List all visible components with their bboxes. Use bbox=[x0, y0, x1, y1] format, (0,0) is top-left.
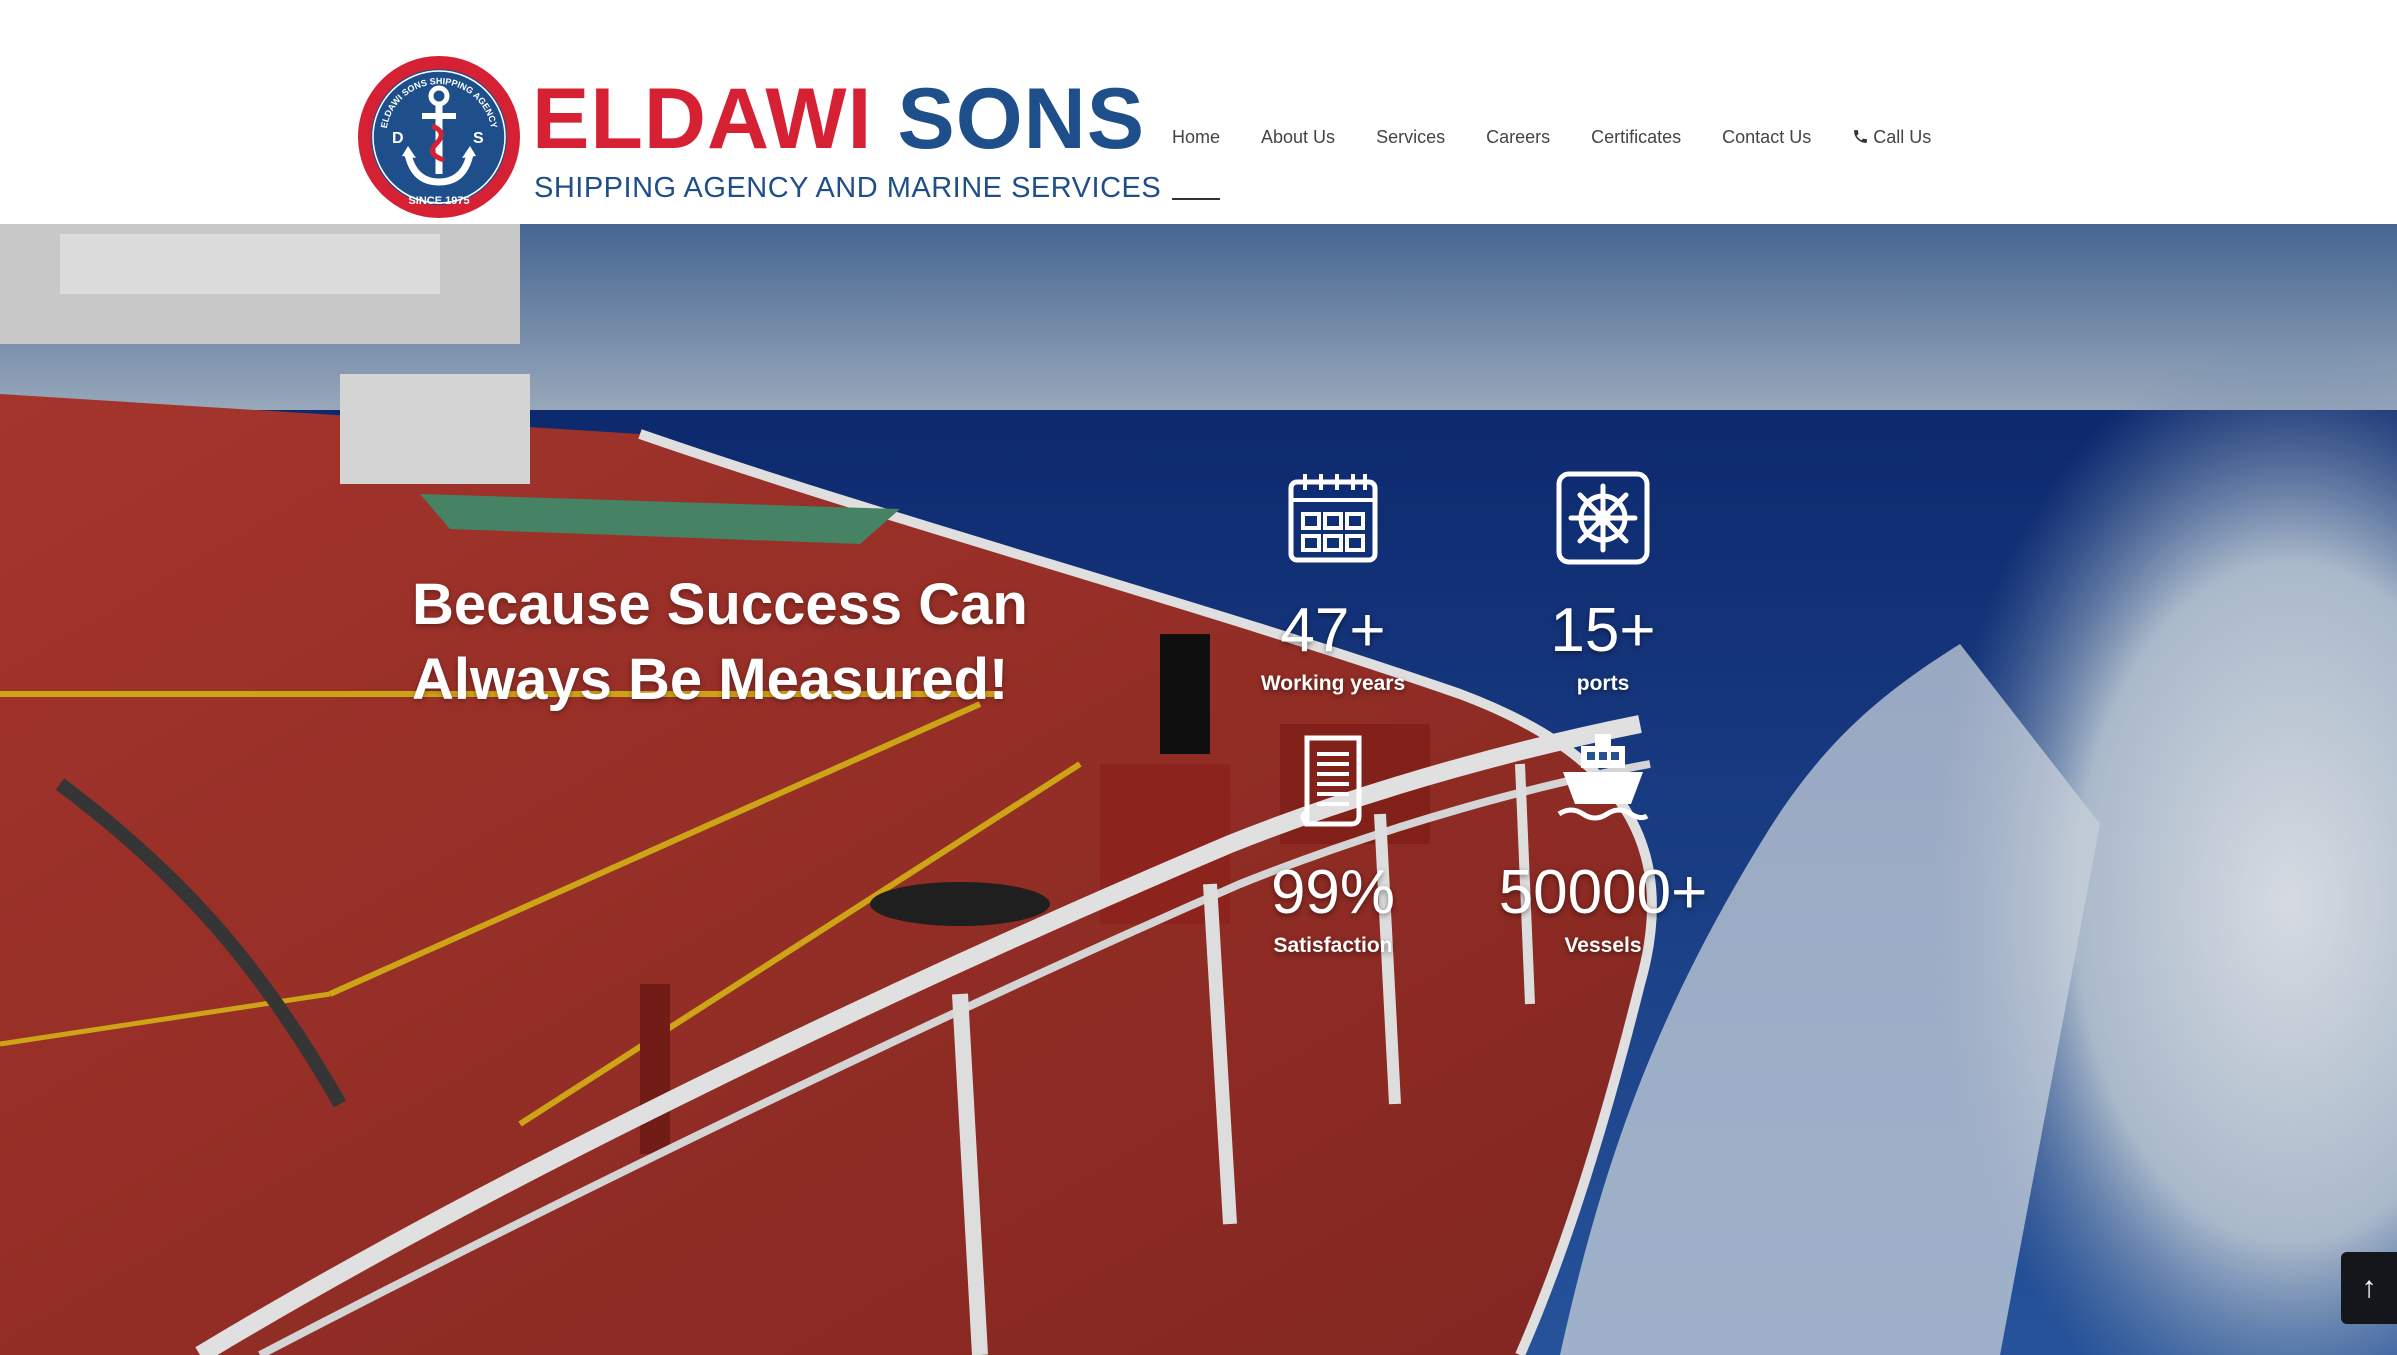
nav-services[interactable]: Services bbox=[1376, 112, 1445, 162]
nav-careers-label: Careers bbox=[1486, 127, 1551, 147]
anchor-badge-icon: D S SINCE 1975 ELDAWI SONS SHIPPING AGEN… bbox=[358, 56, 520, 218]
stat-value: 99% bbox=[1270, 858, 1396, 927]
ship-wheel-icon bbox=[1556, 471, 1650, 565]
calendar-icon bbox=[1288, 474, 1378, 563]
stat-value: 47+ bbox=[1280, 596, 1386, 665]
nav-call-us-label: Call Us bbox=[1873, 127, 1932, 147]
main-nav: Home About Us Services Careers Certifica… bbox=[1172, 112, 1972, 200]
site-logo[interactable]: D S SINCE 1975 ELDAWI SONS SHIPPING AGEN… bbox=[356, 54, 1161, 222]
hero-heading: Because Success Can Always Be Measured! bbox=[412, 567, 1112, 717]
hero-heading-line2: Always Be Measured! bbox=[412, 646, 1009, 712]
stat-ports: 15+ ports bbox=[1463, 470, 1743, 696]
svg-text:D: D bbox=[392, 130, 404, 147]
phone-icon bbox=[1854, 130, 1868, 143]
ship-icon bbox=[1557, 734, 1649, 821]
arrow-up-icon: ↑ bbox=[2361, 1271, 2377, 1304]
brand-name-part2: SONS bbox=[897, 71, 1146, 167]
stat-label: ports bbox=[1576, 672, 1630, 695]
nav-about-us-label: About Us bbox=[1261, 127, 1336, 147]
nav-home[interactable]: Home bbox=[1172, 112, 1221, 200]
hero-section: Because Success Can Always Be Measured! … bbox=[0, 224, 2397, 1355]
stat-satisfaction: 99% Satisfaction bbox=[1193, 732, 1473, 958]
stat-value: 50000+ bbox=[1498, 858, 1708, 927]
document-icon bbox=[1300, 735, 1362, 827]
stat-label: Vessels bbox=[1564, 934, 1642, 957]
stat-value: 15+ bbox=[1550, 596, 1656, 665]
nav-certificates-label: Certificates bbox=[1591, 127, 1682, 147]
stat-label: Satisfaction bbox=[1273, 934, 1393, 957]
brand-name: ELDAWI SONS bbox=[532, 76, 1145, 162]
stat-label: Working years bbox=[1260, 672, 1406, 695]
svg-text:SINCE 1975: SINCE 1975 bbox=[408, 195, 469, 207]
stat-working-years: 47+ Working years bbox=[1193, 470, 1473, 696]
site-header: D S SINCE 1975 ELDAWI SONS SHIPPING AGEN… bbox=[0, 0, 2397, 224]
nav-careers[interactable]: Careers bbox=[1486, 112, 1550, 162]
nav-about-us[interactable]: About Us bbox=[1261, 112, 1335, 162]
brand-tagline: SHIPPING AGENCY AND MARINE SERVICES bbox=[534, 172, 1162, 204]
brand-name-part1: ELDAWI bbox=[532, 71, 873, 167]
back-to-top-button[interactable]: ↑ bbox=[2341, 1252, 2397, 1324]
hero-heading-line1: Because Success Can bbox=[412, 571, 1028, 637]
nav-services-label: Services bbox=[1376, 127, 1446, 147]
stat-vessels: 50000+ Vessels bbox=[1463, 732, 1743, 958]
nav-certificates[interactable]: Certificates bbox=[1591, 112, 1681, 162]
nav-call-us[interactable]: Call Us bbox=[1852, 112, 1931, 162]
svg-text:S: S bbox=[473, 130, 484, 147]
nav-home-label: Home bbox=[1172, 127, 1221, 147]
nav-contact-us[interactable]: Contact Us bbox=[1722, 112, 1811, 162]
nav-contact-us-label: Contact Us bbox=[1722, 127, 1812, 147]
